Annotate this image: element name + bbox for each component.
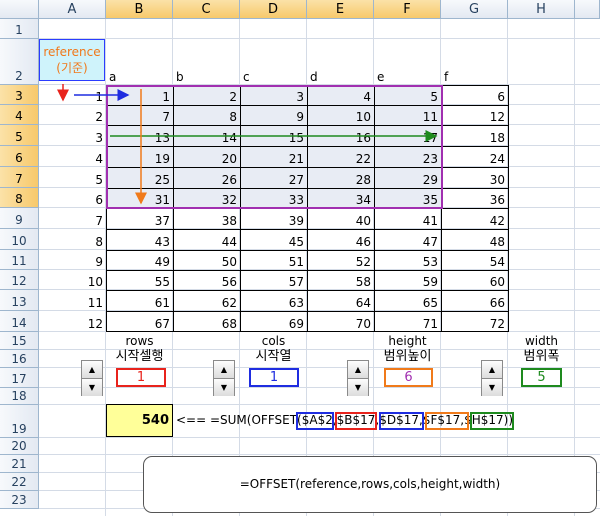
formula-width-highlight	[470, 412, 514, 430]
rows-label: rows	[125, 334, 154, 348]
spin-down-icon[interactable]: ▼	[482, 379, 502, 396]
formula-rows-highlight	[335, 412, 377, 430]
arrows-overlay	[57, 84, 438, 205]
spin-up-icon[interactable]: ▲	[214, 361, 234, 379]
formula-reference-highlight	[296, 412, 334, 430]
offset-syntax-note: =OFFSET(reference,rows,cols,height,width…	[143, 456, 597, 513]
cols-label: cols	[261, 334, 286, 348]
formula-height-highlight	[425, 412, 469, 430]
spin-down-icon[interactable]: ▼	[348, 379, 368, 396]
cols-spinner[interactable]: ▲ ▼	[213, 360, 235, 396]
rows-value[interactable]: 1	[116, 368, 166, 387]
spin-down-icon[interactable]: ▼	[82, 379, 102, 396]
height-value[interactable]: 6	[384, 368, 433, 387]
spreadsheet: A B C D E F G H 1 2 3 4 5 6 7 8 9 10 11 …	[0, 0, 600, 516]
spin-up-icon[interactable]: ▲	[482, 361, 502, 379]
width-value[interactable]: 5	[521, 368, 562, 387]
formula-cols-highlight	[379, 412, 424, 430]
height-label: height	[388, 334, 427, 348]
spin-down-icon[interactable]: ▼	[214, 379, 234, 396]
rows-spinner[interactable]: ▲ ▼	[81, 360, 103, 396]
spin-up-icon[interactable]: ▲	[348, 361, 368, 379]
sum-result-cell[interactable]: 540	[106, 404, 173, 437]
cols-value[interactable]: 1	[249, 368, 299, 387]
width-spinner[interactable]: ▲ ▼	[481, 360, 503, 396]
height-label-ko: 범위높이	[383, 349, 432, 364]
height-spinner[interactable]: ▲ ▼	[347, 360, 369, 396]
rows-label-ko: 시작셀행	[115, 349, 164, 364]
cols-label-ko: 시작열	[255, 349, 292, 364]
spin-up-icon[interactable]: ▲	[82, 361, 102, 379]
width-label: width	[524, 334, 559, 348]
width-label-ko: 범위폭	[523, 349, 560, 364]
